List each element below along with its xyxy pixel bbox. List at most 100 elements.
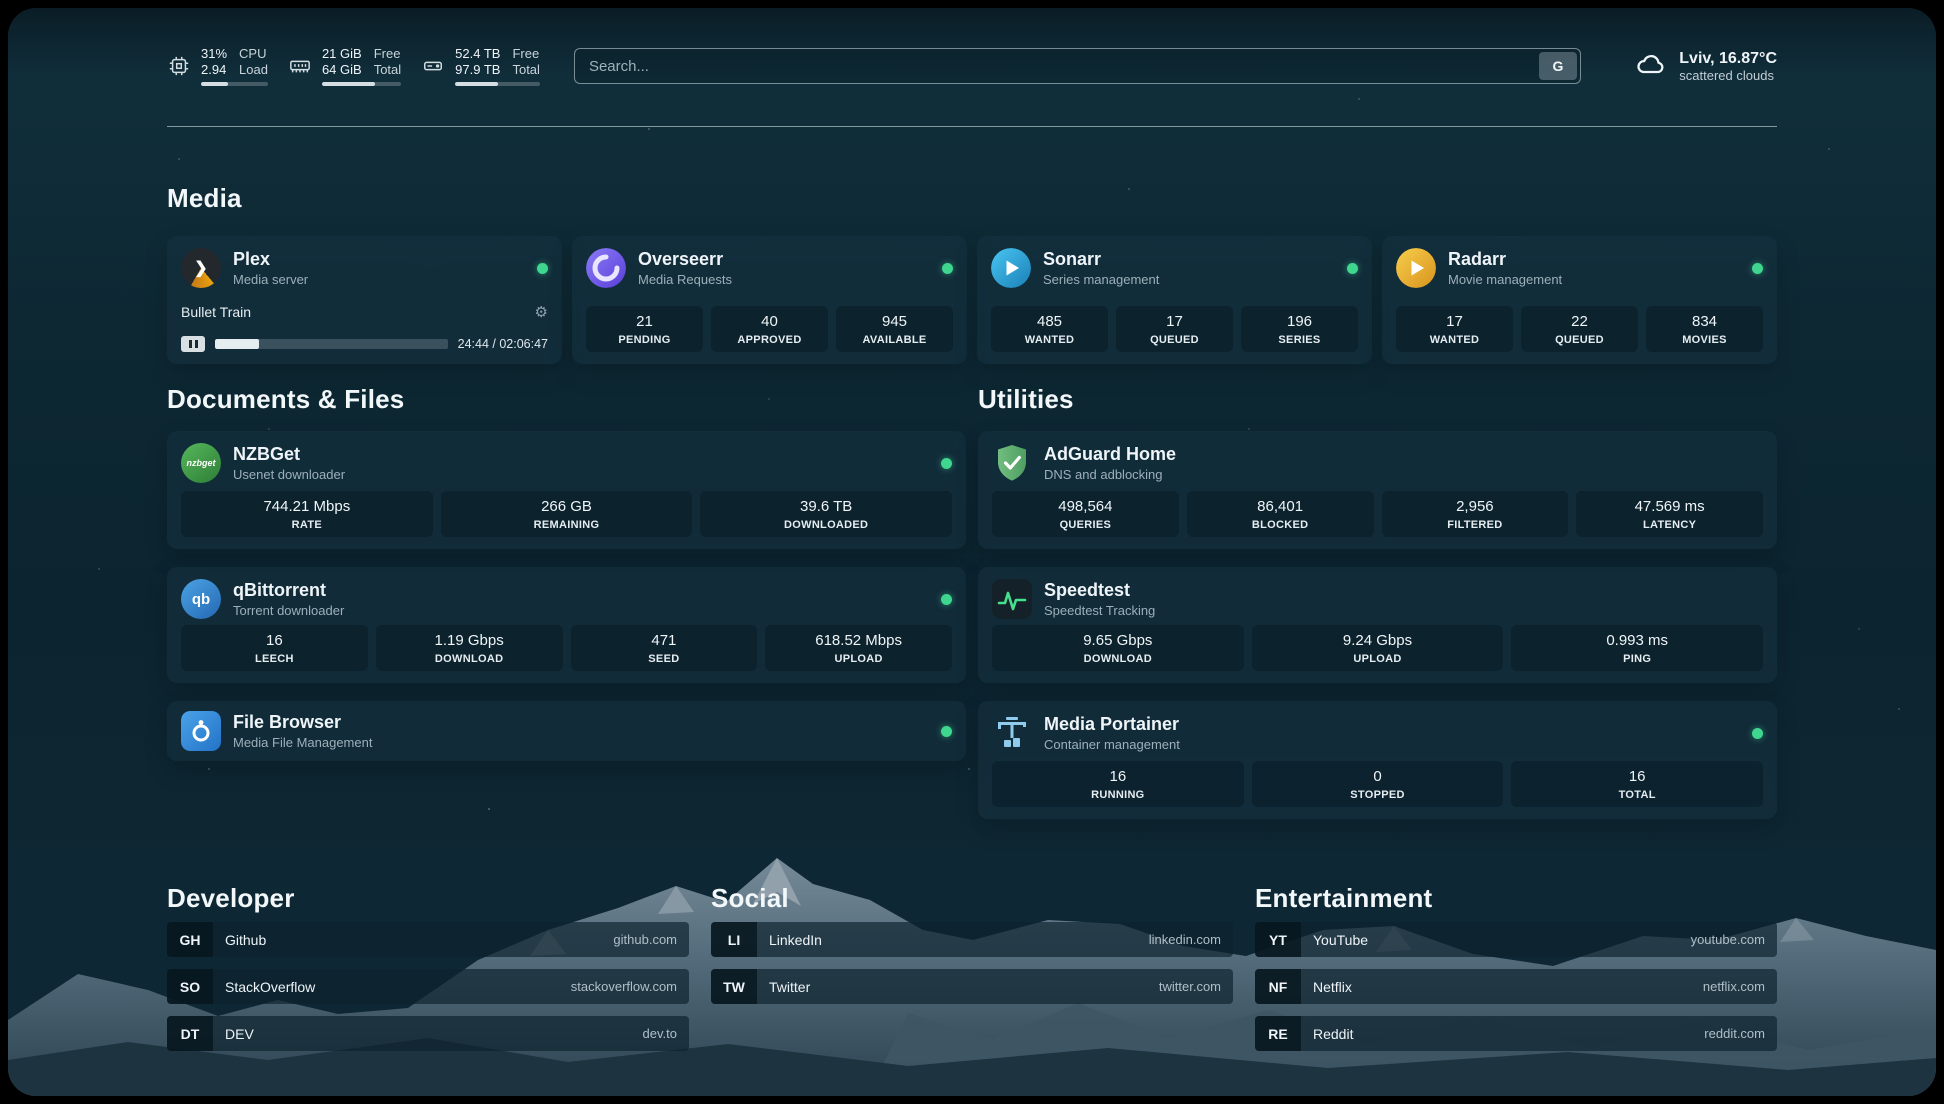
- stat-value: 0.993 ms: [1606, 631, 1668, 650]
- service-desc: Media File Management: [233, 735, 372, 751]
- stat-box: 744.21 MbpsRATE: [181, 491, 433, 537]
- stat-box: 16 LEECH: [181, 625, 368, 671]
- service-card-sonarr[interactable]: Sonarr Series management 485WANTED 17QUE…: [977, 236, 1372, 364]
- service-desc: Series management: [1043, 272, 1159, 288]
- stat-box: 17 QUEUED: [1116, 306, 1233, 352]
- cpu-load-value: 2.94: [201, 62, 227, 78]
- service-name: Media Portainer: [1044, 713, 1180, 735]
- stat-label: WANTED: [1430, 333, 1479, 347]
- stat-label: QUEUED: [1555, 333, 1604, 347]
- bookmark-url: stackoverflow.com: [571, 979, 689, 994]
- pause-button[interactable]: [181, 336, 205, 352]
- plex-icon: ❯: [181, 248, 221, 288]
- memory-free-value: 21 GiB: [322, 46, 362, 62]
- status-online-dot: [941, 726, 952, 737]
- stat-box: 485 WANTED: [991, 306, 1108, 352]
- stat-label: WANTED: [1025, 333, 1074, 347]
- bookmark-github[interactable]: GH Github github.com: [167, 922, 689, 957]
- stat-value: 1.19 Gbps: [435, 631, 504, 650]
- service-card-plex[interactable]: ❯ Plex Media server Bullet Train ⚙: [167, 236, 562, 364]
- stat-value: 0: [1373, 767, 1381, 786]
- bookmark-linkedin[interactable]: LI LinkedIn linkedin.com: [711, 922, 1233, 957]
- stat-label: LEECH: [255, 652, 294, 666]
- disk-total-value: 97.9 TB: [455, 62, 500, 78]
- disk-usage-bar: [455, 82, 540, 86]
- stat-box: 618.52 MbpsUPLOAD: [765, 625, 952, 671]
- stat-box: 2,956FILTERED: [1382, 491, 1569, 537]
- service-card-speedtest[interactable]: Speedtest Speedtest Tracking 9.65 GbpsDO…: [978, 567, 1777, 683]
- stat-box: 266 GBREMAINING: [441, 491, 693, 537]
- bookmark-twitter[interactable]: TW Twitter twitter.com: [711, 969, 1233, 1004]
- service-card-portainer[interactable]: Media Portainer Container management 16R…: [978, 701, 1777, 819]
- service-name: Speedtest: [1044, 579, 1155, 601]
- stat-value: 17: [1166, 312, 1183, 331]
- bookmark-url: netflix.com: [1703, 979, 1777, 994]
- bookmark-name: Twitter: [757, 979, 810, 995]
- section-title-documents: Documents & Files: [167, 384, 966, 415]
- weather-condition: scattered clouds: [1679, 68, 1777, 84]
- memory-total-value: 64 GiB: [322, 62, 362, 78]
- search-bar[interactable]: G: [574, 48, 1581, 84]
- stat-box: 196SERIES: [1241, 306, 1358, 352]
- stat-box: 17WANTED: [1396, 306, 1513, 352]
- bookmark-reddit[interactable]: RE Reddit reddit.com: [1255, 1016, 1777, 1051]
- stat-value: 47.569 ms: [1635, 497, 1705, 516]
- stat-box: 0.993 msPING: [1511, 625, 1763, 671]
- stat-value: 22: [1571, 312, 1588, 331]
- service-card-radarr[interactable]: Radarr Movie management 17WANTED 22QUEUE…: [1382, 236, 1777, 364]
- search-provider-button[interactable]: G: [1539, 52, 1577, 80]
- stat-value: 21: [636, 312, 653, 331]
- stat-label: QUEUED: [1150, 333, 1199, 347]
- bookmark-youtube[interactable]: YT YouTube youtube.com: [1255, 922, 1777, 957]
- stat-value: 485: [1037, 312, 1062, 331]
- bookmark-abbr: LI: [711, 922, 757, 957]
- weather-widget: Lviv, 16.87°C scattered clouds: [1635, 48, 1777, 85]
- bookmark-group-social: Social LI LinkedIn linkedin.com TW Twitt…: [711, 883, 1233, 1051]
- service-desc: Media Requests: [638, 272, 732, 288]
- resource-widgets: 31% 2.94 CPU Load: [167, 46, 540, 86]
- stat-box: 22 QUEUED: [1521, 306, 1638, 352]
- portainer-crane-icon: [992, 713, 1032, 753]
- stat-label: AVAILABLE: [862, 333, 926, 347]
- stat-value: 744.21 Mbps: [263, 497, 350, 516]
- bookmark-name: YouTube: [1301, 932, 1368, 948]
- disk-widget: 52.4 TB 97.9 TB Free Total: [421, 46, 540, 86]
- status-online-dot: [1752, 263, 1763, 274]
- section-title-utilities: Utilities: [978, 384, 1777, 415]
- bookmark-abbr: NF: [1255, 969, 1301, 1004]
- bookmark-netflix[interactable]: NF Netflix netflix.com: [1255, 969, 1777, 1004]
- service-desc: Movie management: [1448, 272, 1562, 288]
- stat-value: 9.65 Gbps: [1083, 631, 1152, 650]
- service-card-overseerr[interactable]: Overseerr Media Requests 21PENDING 40APP…: [572, 236, 967, 364]
- disk-free-value: 52.4 TB: [455, 46, 500, 62]
- stat-label: UPLOAD: [835, 652, 883, 666]
- service-desc: Usenet downloader: [233, 467, 345, 483]
- service-name: qBittorrent: [233, 579, 344, 601]
- service-desc: Container management: [1044, 737, 1180, 753]
- service-card-qbittorrent[interactable]: qb qBittorrent Torrent downloader 16LEEC…: [167, 567, 966, 683]
- stat-label: UPLOAD: [1353, 652, 1401, 666]
- stat-box: 40APPROVED: [711, 306, 828, 352]
- service-desc: Torrent downloader: [233, 603, 344, 619]
- service-card-nzbget[interactable]: nzbget NZBGet Usenet downloader 744.21 M…: [167, 431, 966, 549]
- service-card-filebrowser[interactable]: File Browser Media File Management: [167, 701, 966, 761]
- speedtest-icon: [992, 579, 1032, 619]
- service-card-adguard-home[interactable]: AdGuard Home DNS and adblocking 498,564Q…: [978, 431, 1777, 549]
- playback-progress-bar[interactable]: [215, 339, 448, 349]
- bookmark-stackoverflow[interactable]: SO StackOverflow stackoverflow.com: [167, 969, 689, 1004]
- cpu-icon: [167, 54, 191, 78]
- stat-value: 16: [266, 631, 283, 650]
- cloud-icon: [1635, 48, 1667, 85]
- bookmark-dev[interactable]: DT DEV dev.to: [167, 1016, 689, 1051]
- search-input[interactable]: [587, 57, 1539, 76]
- settings-gear-icon[interactable]: ⚙: [535, 305, 548, 320]
- service-desc: Speedtest Tracking: [1044, 603, 1155, 619]
- now-playing-title: Bullet Train: [181, 304, 251, 320]
- bookmark-abbr: GH: [167, 922, 213, 957]
- stat-value: 498,564: [1058, 497, 1112, 516]
- bookmark-group-title: Social: [711, 883, 1233, 914]
- stat-label: FILTERED: [1447, 518, 1502, 532]
- status-online-dot: [537, 263, 548, 274]
- bookmark-group-title: Developer: [167, 883, 689, 914]
- disk-icon: [421, 54, 445, 78]
